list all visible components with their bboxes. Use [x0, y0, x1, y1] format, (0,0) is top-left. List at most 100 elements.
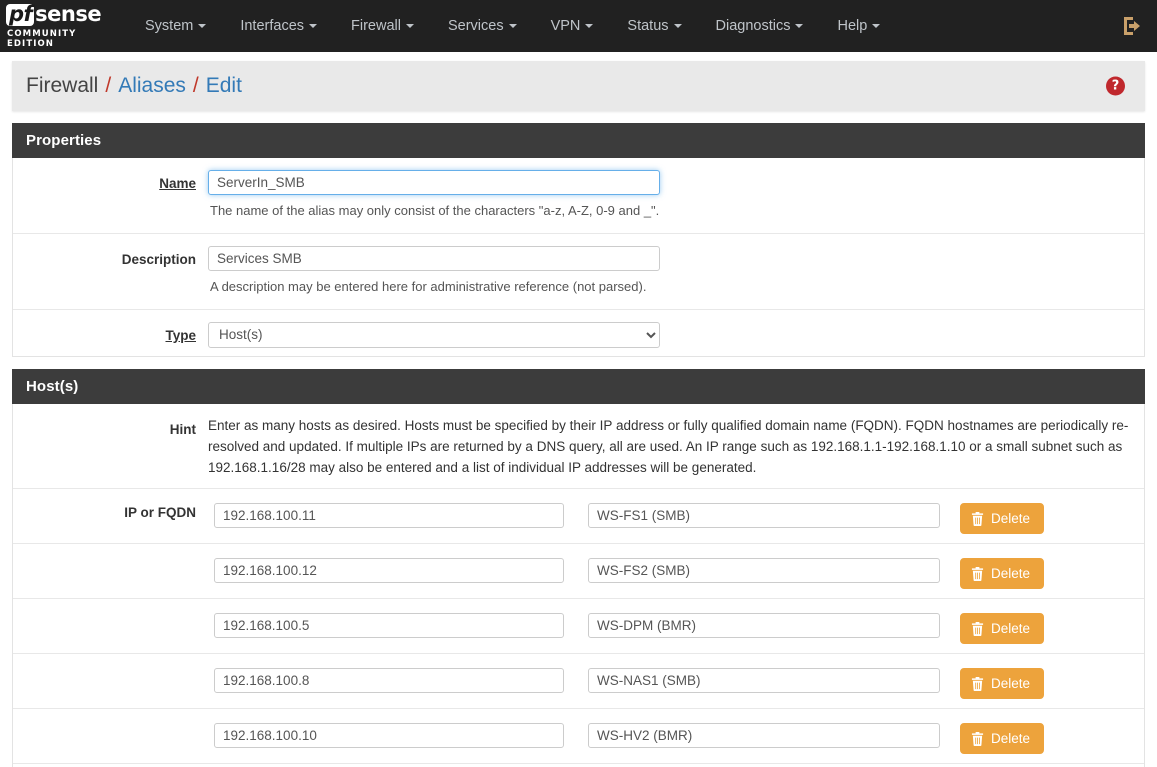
delete-button[interactable]: Delete [960, 558, 1045, 590]
chevron-down-icon [508, 24, 517, 29]
host-ip-input[interactable] [214, 503, 564, 529]
description-help-text: A description may be entered here for ad… [210, 278, 647, 294]
trash-icon [971, 511, 984, 526]
breadcrumb-root: Firewall [26, 74, 99, 97]
breadcrumb-separator: / [105, 74, 112, 97]
nav-item-system[interactable]: System [128, 0, 223, 52]
hosts-panel-body: Hint Enter as many hosts as desired. Hos… [12, 403, 1145, 767]
chevron-down-icon [309, 24, 318, 29]
help-icon[interactable]: ? [1106, 76, 1125, 96]
nav-item-status[interactable]: Status [610, 0, 698, 52]
brand-subtitle: COMMUNITY EDITION [7, 28, 77, 49]
chevron-down-icon [585, 24, 594, 29]
host-description-input[interactable] [588, 613, 940, 639]
form-row-type: Type Host(s) [13, 309, 1144, 356]
host-row-label-empty [13, 609, 208, 615]
nav-label-vpn: VPN [550, 18, 581, 34]
trash-icon [971, 731, 984, 746]
host-description-input[interactable] [588, 503, 940, 529]
name-field-wrap: The name of the alias may only consist o… [208, 170, 1144, 233]
trash-icon [971, 566, 984, 581]
trash-icon [971, 621, 984, 636]
nav-label-system: System [145, 18, 194, 34]
hint-label: Hint [169, 421, 196, 437]
pfsense-logo[interactable]: pf sense COMMUNITY EDITION [0, 0, 110, 52]
breadcrumb-container: Firewall / Aliases / Edit ? [0, 52, 1157, 111]
delete-button-label: Delete [991, 621, 1031, 637]
delete-button[interactable]: Delete [960, 503, 1045, 535]
chevron-down-icon [795, 24, 804, 29]
nav-item-interfaces[interactable]: Interfaces [223, 0, 334, 52]
nav-label-services: Services [447, 18, 504, 34]
nav-label-firewall: Firewall [351, 18, 401, 34]
host-delete-cell: Delete [948, 719, 1045, 755]
logout-icon[interactable] [1121, 14, 1145, 38]
brand-logo-row: pf sense [6, 2, 110, 26]
breadcrumb-link-edit[interactable]: Edit [206, 74, 242, 98]
delete-button[interactable]: Delete [960, 613, 1045, 645]
host-delete-cell: Delete [948, 499, 1045, 535]
trash-icon [971, 676, 984, 691]
host-row-label-empty [13, 719, 208, 725]
host-row-cells [208, 609, 948, 642]
table-row: Delete [13, 544, 1144, 600]
host-description-input[interactable] [588, 558, 940, 584]
nav-label-status: Status [627, 18, 669, 34]
breadcrumb: Firewall / Aliases / Edit ? [12, 61, 1145, 111]
nav-label-help: Help [837, 18, 868, 34]
host-description-input[interactable] [588, 723, 940, 749]
ip-or-fqdn-label: IP or FQDN [124, 505, 196, 521]
description-input[interactable] [208, 245, 660, 271]
delete-button-label: Delete [991, 511, 1031, 527]
page-content: Properties Name The name of the alias ma… [0, 123, 1157, 767]
host-row-label-empty [13, 664, 208, 670]
host-ip-input[interactable] [214, 558, 564, 584]
type-label: Type [13, 322, 208, 356]
table-row: Delete [13, 709, 1144, 765]
nav-item-firewall[interactable]: Firewall [334, 0, 431, 52]
delete-button[interactable]: Delete [960, 723, 1045, 755]
name-help-text: The name of the alias may only consist o… [210, 203, 660, 218]
hosts-panel-title: Host(s) [12, 368, 1145, 404]
delete-button-label: Delete [991, 566, 1031, 582]
name-input[interactable] [208, 170, 660, 195]
host-ip-input[interactable] [214, 723, 564, 749]
form-row-description: Description A description may be entered… [13, 233, 1144, 310]
nav-item-diagnostics[interactable]: Diagnostics [699, 0, 821, 52]
breadcrumb-link-aliases[interactable]: Aliases [118, 74, 186, 98]
delete-button-label: Delete [991, 676, 1031, 692]
chevron-down-icon [872, 24, 881, 29]
host-row-cells [208, 664, 948, 697]
nav-item-vpn[interactable]: VPN [534, 0, 611, 52]
properties-panel: Properties Name The name of the alias ma… [12, 123, 1145, 357]
type-label-text: Type [165, 327, 196, 343]
brand-sense-text: sense [35, 2, 102, 26]
properties-panel-title: Properties [12, 123, 1145, 158]
nav-label-interfaces: Interfaces [240, 18, 305, 34]
brand-pf-mark: pf [6, 3, 35, 26]
name-label-text: Name [159, 176, 196, 191]
hint-text: Enter as many hosts as desired. Hosts mu… [208, 417, 1129, 475]
host-delete-cell: Delete [948, 664, 1045, 700]
host-ip-input[interactable] [214, 668, 564, 694]
table-row: Delete [13, 599, 1144, 655]
host-row-cells [208, 719, 948, 752]
host-row-label-empty [13, 554, 208, 560]
host-ip-input[interactable] [214, 613, 564, 639]
chevron-down-icon [405, 24, 414, 29]
host-delete-cell: Delete [948, 554, 1045, 590]
nav-label-diagnostics: Diagnostics [715, 18, 791, 34]
delete-button[interactable]: Delete [960, 668, 1045, 700]
chevron-down-icon [198, 24, 207, 29]
nav-item-services[interactable]: Services [431, 0, 534, 52]
chevron-down-icon [673, 24, 682, 29]
main-menu: System Interfaces Firewall Services VPN … [128, 0, 897, 52]
host-description-input[interactable] [588, 668, 940, 694]
properties-panel-body: Name The name of the alias may only cons… [12, 158, 1145, 357]
host-delete-cell: Delete [948, 609, 1045, 645]
hosts-panel: Host(s) Hint Enter as many hosts as desi… [12, 368, 1145, 767]
description-field-wrap: A description may be entered here for ad… [208, 245, 1144, 309]
nav-item-help[interactable]: Help [820, 0, 897, 52]
description-label: Description [121, 251, 196, 267]
type-select[interactable]: Host(s) [208, 321, 660, 348]
